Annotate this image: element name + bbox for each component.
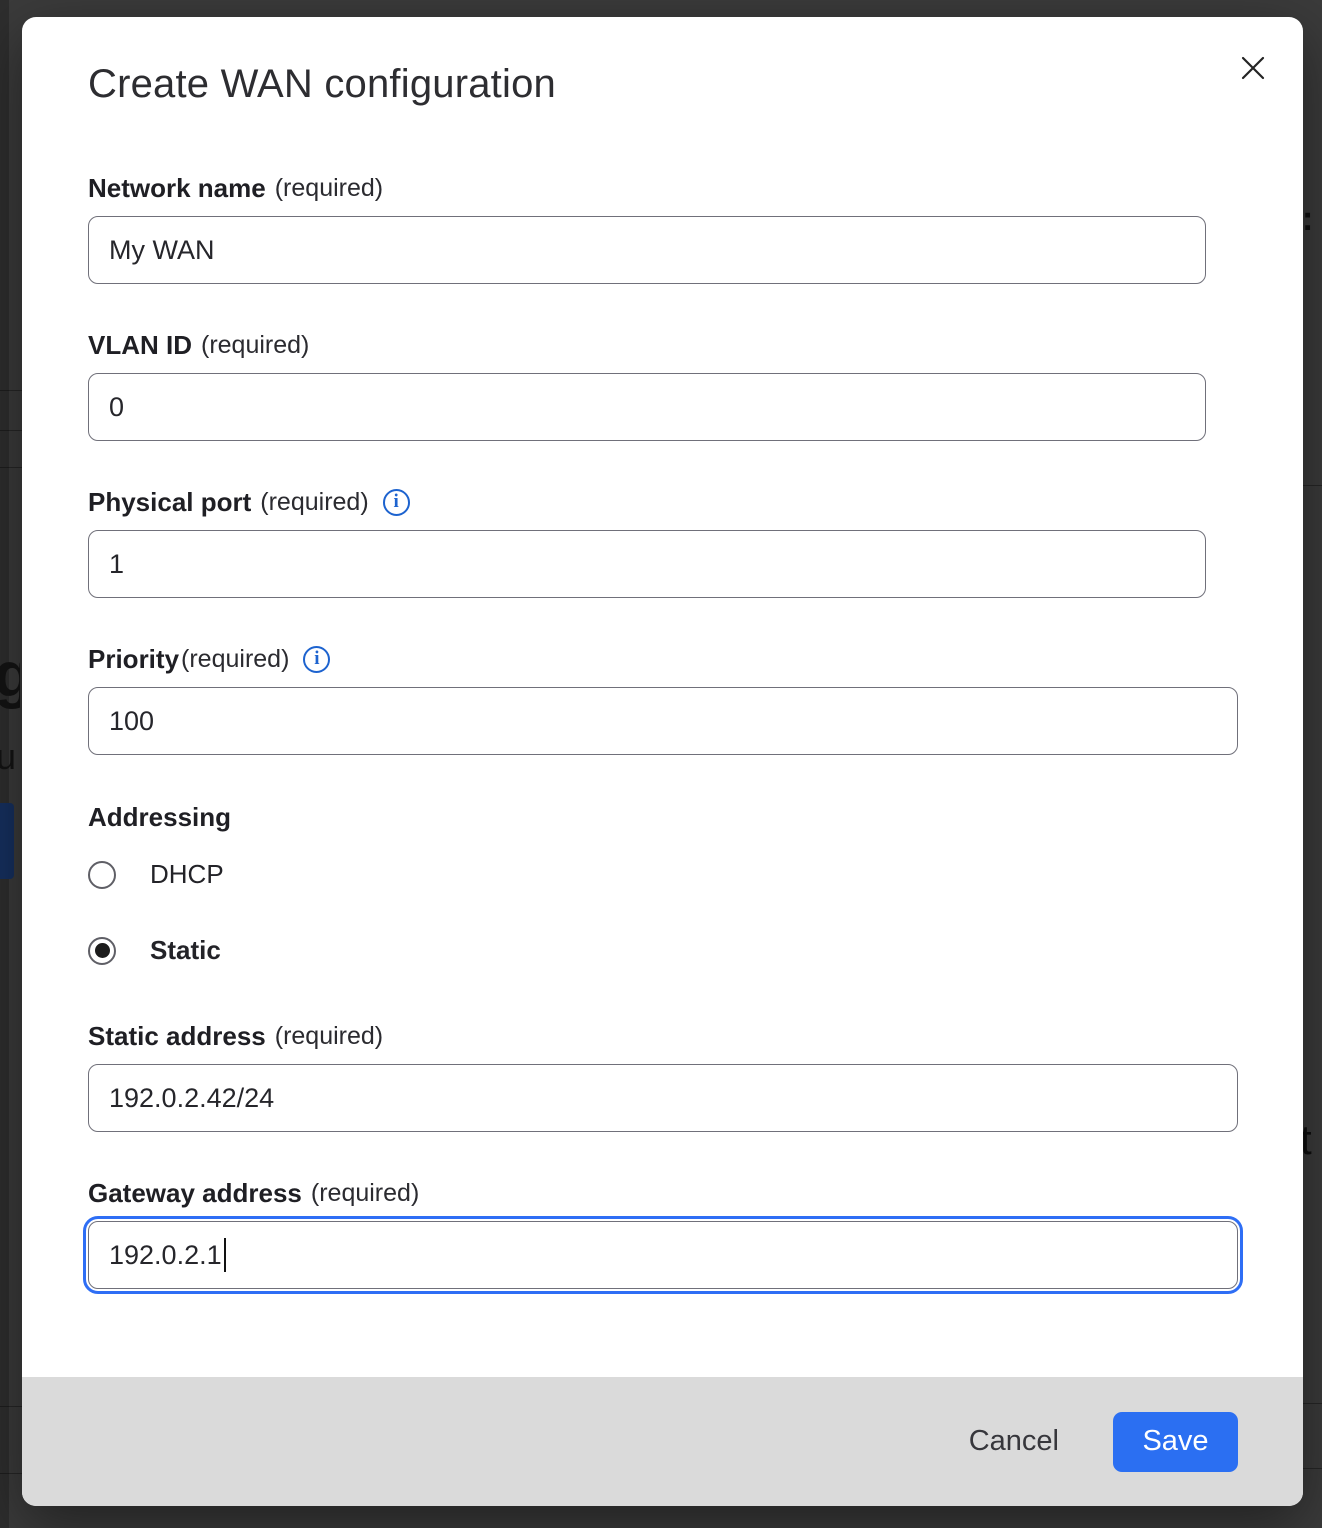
input-value: 0 [109,392,124,423]
info-icon[interactable]: i [303,646,330,673]
gateway-address-label: Gateway address (required) [88,1175,1303,1211]
input-value: 100 [109,706,154,737]
label-text: Priority [88,641,179,677]
required-hint: (required) [275,1018,383,1054]
radio-label: DHCP [150,859,224,890]
physical-port-label: Physical port (required) i [88,484,1303,520]
required-hint: (required) [181,641,289,677]
required-hint: (required) [311,1175,419,1211]
background-table-line [0,390,23,391]
cancel-button[interactable]: Cancel [965,1417,1063,1466]
physical-port-input[interactable]: 1 [88,530,1206,598]
background-table-line [0,1473,23,1474]
input-value: 1 [109,549,124,580]
radio-button-icon [88,861,116,889]
radio-label: Static [150,935,221,966]
addressing-option-static[interactable]: Static [88,935,1303,966]
network-name-input[interactable]: My WAN [88,216,1206,284]
required-hint: (required) [201,327,309,363]
background-table-line [1302,1468,1322,1469]
dialog-footer: Cancel Save [22,1377,1303,1506]
input-value: 192.0.2.1 [109,1240,222,1271]
label-text: Network name [88,170,266,206]
priority-input[interactable]: 100 [88,687,1238,755]
label-text: VLAN ID [88,327,192,363]
screen: g u : l t Create WAN configuration Netwo… [0,0,1322,1528]
gateway-address-input[interactable]: 192.0.2.1 [88,1221,1238,1289]
dialog-title: Create WAN configuration [88,60,1303,108]
label-text: Physical port [88,484,251,520]
background-text-fragment: g [0,640,20,718]
background-table-line [0,1406,23,1407]
text-cursor [224,1238,226,1272]
label-text: Static address [88,1018,266,1054]
label-text: Gateway address [88,1175,302,1211]
background-table-line [0,430,23,431]
background-table-line [0,467,23,468]
save-button[interactable]: Save [1113,1412,1238,1472]
vlan-id-input[interactable]: 0 [88,373,1206,441]
priority-label: Priority (required) i [88,641,1303,677]
background-table-line [1302,1403,1322,1404]
radio-button-icon [88,937,116,965]
background-button-fragment [0,803,14,879]
input-value: 192.0.2.42/24 [109,1083,274,1114]
addressing-section-label: Addressing [88,799,1303,835]
required-hint: (required) [275,170,383,206]
vlan-id-label: VLAN ID (required) [88,327,1303,363]
background-text-fragment: u [0,736,16,778]
input-value: My WAN [109,235,214,266]
create-wan-configuration-dialog: Create WAN configuration Network name (r… [22,17,1303,1506]
info-icon[interactable]: i [383,489,410,516]
static-address-label: Static address (required) [88,1018,1303,1054]
addressing-option-dhcp[interactable]: DHCP [88,859,1303,890]
background-table-line [1302,485,1322,486]
required-hint: (required) [260,484,368,520]
background-text-fragment: : l [1302,200,1322,244]
background-text-fragment: t [1300,1116,1320,1166]
network-name-label: Network name (required) [88,170,1303,206]
static-address-input[interactable]: 192.0.2.42/24 [88,1064,1238,1132]
